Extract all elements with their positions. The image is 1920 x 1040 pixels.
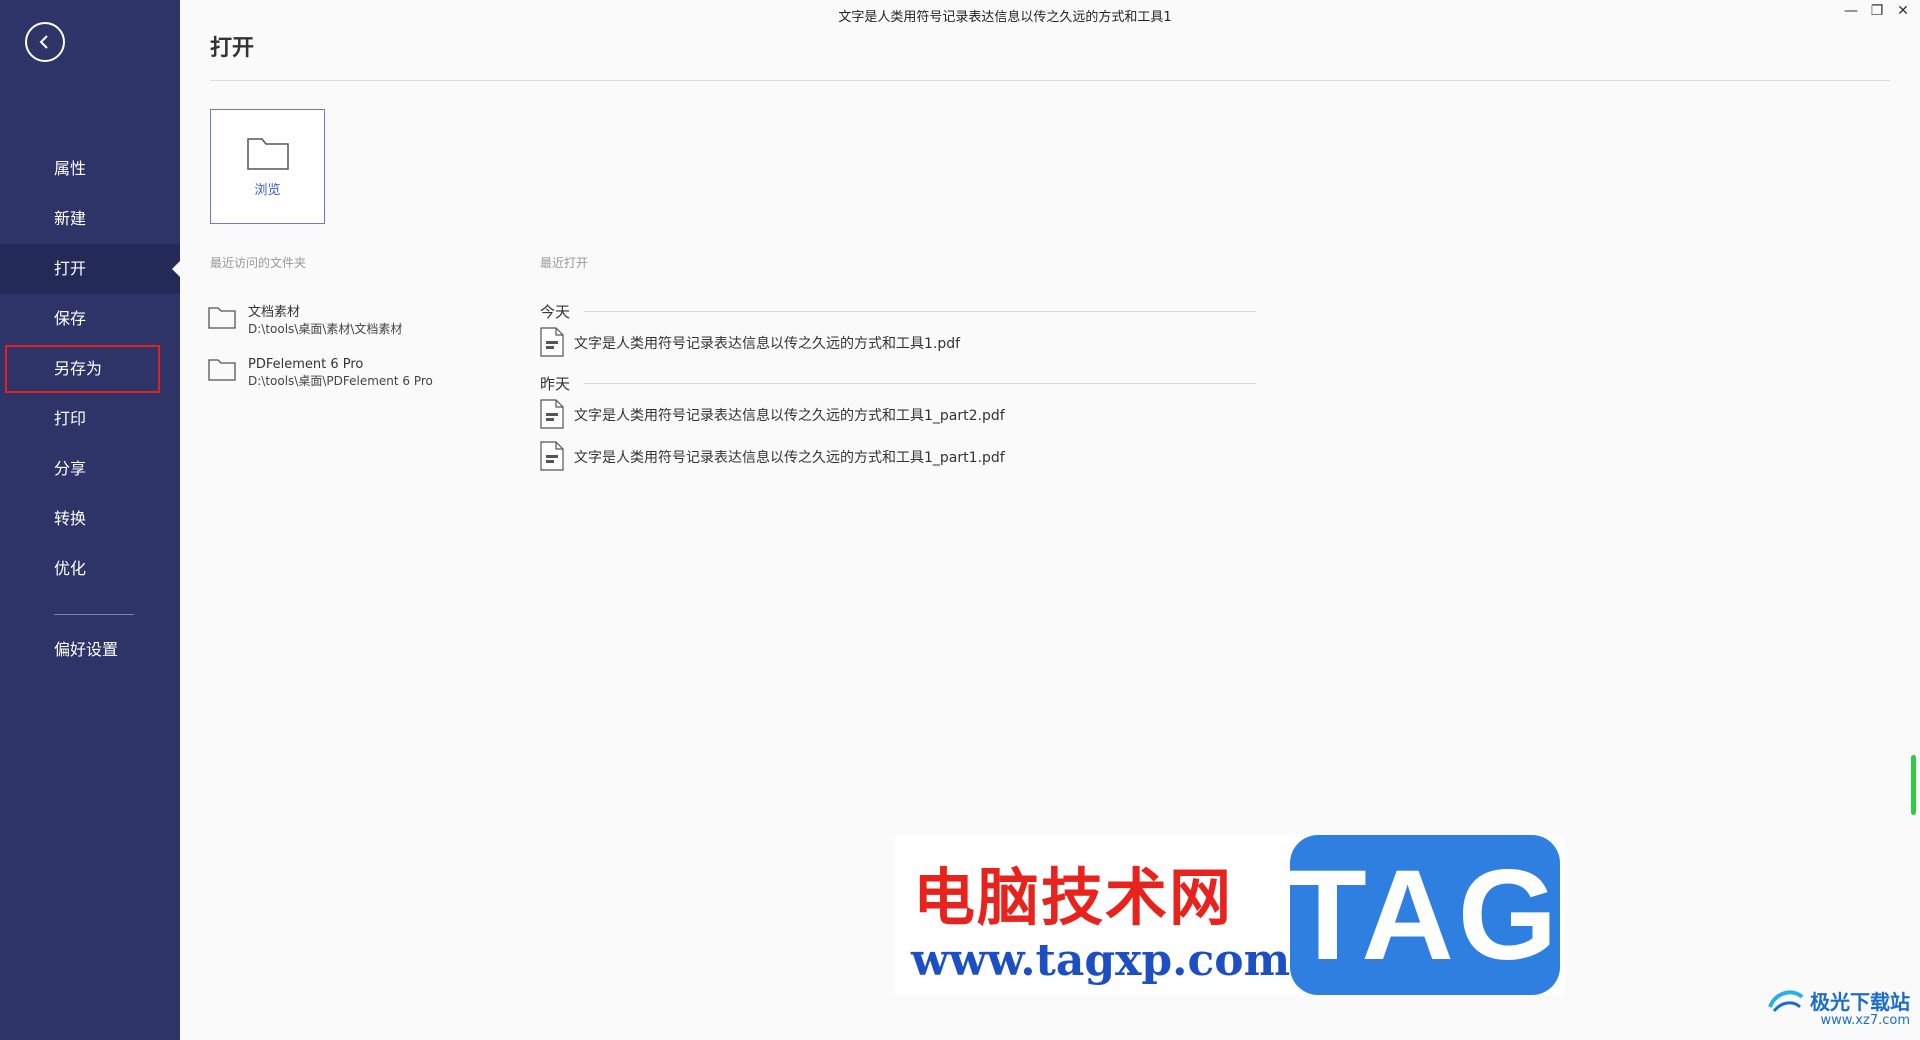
sidebar-item-label: 保存: [54, 309, 87, 328]
close-button[interactable]: ✕: [1896, 3, 1910, 19]
pdf-file-icon: [540, 441, 564, 471]
pdf-file-icon: [540, 399, 564, 429]
folder-name: PDFelement 6 Pro: [248, 357, 364, 372]
recent-files-list: 今天 文字是人类用符号记录表达信息以传之久远的方式和工具1.pdf 昨天 文字是…: [540, 300, 1256, 478]
sidebar: 属性 新建 打开 保存 另存为 打印 分享 转换 优化 偏好设置: [0, 0, 180, 1040]
browse-button[interactable]: 浏览: [210, 109, 325, 224]
page-title: 打开: [210, 36, 255, 61]
close-icon: ✕: [1897, 3, 1909, 19]
minimize-button[interactable]: —: [1844, 3, 1858, 19]
recent-group-yesterday: 昨天: [540, 372, 1256, 394]
file-name: 文字是人类用符号记录表达信息以传之久远的方式和工具1.pdf: [574, 336, 961, 352]
sidebar-item-label: 打开: [54, 259, 87, 278]
group-label: 昨天: [540, 374, 571, 393]
watermark-title: 电脑技术网: [913, 861, 1234, 934]
sidebar-item-label: 优化: [54, 559, 87, 578]
back-arrow-icon: [39, 35, 48, 49]
sidebar-nav: 属性 新建 打开 保存 另存为 打印 分享 转换 优化 偏好设置: [0, 144, 180, 675]
sidebar-item-new[interactable]: 新建: [0, 194, 180, 244]
folder-path: D:\tools\桌面\素材\文档素材: [248, 322, 403, 336]
back-button[interactable]: [25, 22, 65, 62]
recent-opened-label: 最近打开: [540, 256, 589, 270]
group-divider: [584, 382, 1256, 384]
folder-path: D:\tools\桌面\PDFelement 6 Pro: [248, 374, 433, 388]
folder-icon: [246, 138, 289, 170]
watermark-site2-url: www.xz7.com: [1820, 1013, 1910, 1028]
folder-icon: [208, 359, 236, 381]
sidebar-item-label: 分享: [54, 459, 87, 478]
folder-name: 文档素材: [248, 305, 301, 320]
sidebar-item-label: 另存为: [54, 359, 103, 378]
sidebar-item-preferences[interactable]: 偏好设置: [0, 625, 180, 675]
restore-button[interactable]: ❐: [1870, 3, 1884, 19]
recent-file-item[interactable]: 文字是人类用符号记录表达信息以传之久远的方式和工具1_part1.pdf: [540, 436, 1256, 478]
title-divider: [210, 80, 1890, 81]
restore-icon: ❐: [1870, 3, 1884, 19]
file-name: 文字是人类用符号记录表达信息以传之久远的方式和工具1_part1.pdf: [574, 450, 1005, 466]
sidebar-item-label: 打印: [54, 409, 87, 428]
sidebar-item-convert[interactable]: 转换: [0, 494, 180, 544]
folder-icon: [208, 307, 236, 329]
watermark-url: www.tagxp.com: [911, 935, 1291, 986]
sidebar-item-label: 转换: [54, 509, 87, 528]
sidebar-divider: [54, 614, 134, 615]
window-controls: — ❐ ✕: [1844, 3, 1910, 19]
watermark-banner: 电脑技术网 www.tagxp.com TAG: [895, 835, 1565, 995]
scroll-indicator[interactable]: [1911, 755, 1916, 815]
recent-folder-item[interactable]: 文档素材 D:\tools\桌面\素材\文档素材: [208, 305, 528, 357]
recent-group-today: 今天: [540, 300, 1256, 322]
group-divider: [584, 310, 1256, 312]
recent-file-item[interactable]: 文字是人类用符号记录表达信息以传之久远的方式和工具1.pdf: [540, 322, 1256, 364]
watermark-tag-logo: TAG: [1289, 835, 1560, 995]
sidebar-item-label: 新建: [54, 209, 87, 228]
recent-file-item[interactable]: 文字是人类用符号记录表达信息以传之久远的方式和工具1_part2.pdf: [540, 394, 1256, 436]
group-label: 今天: [540, 302, 571, 321]
recent-folder-item[interactable]: PDFelement 6 Pro D:\tools\桌面\PDFelement …: [208, 357, 528, 409]
sidebar-item-label: 属性: [54, 159, 87, 178]
file-name: 文字是人类用符号记录表达信息以传之久远的方式和工具1_part2.pdf: [574, 408, 1005, 424]
watermark-site2: 极光下载站 www.xz7.com: [1766, 985, 1910, 1028]
sidebar-item-optimize[interactable]: 优化: [0, 544, 180, 594]
minimize-icon: —: [1844, 3, 1858, 19]
window-title: 文字是人类用符号记录表达信息以传之久远的方式和工具1: [838, 10, 1172, 25]
sidebar-item-save-as[interactable]: 另存为: [0, 344, 180, 394]
sidebar-item-save[interactable]: 保存: [0, 294, 180, 344]
watermark-site2-name: 极光下载站: [1810, 989, 1910, 1014]
sidebar-item-properties[interactable]: 属性: [0, 144, 180, 194]
browse-label: 浏览: [254, 183, 281, 198]
sidebar-item-label: 偏好设置: [54, 640, 119, 659]
aurora-logo-icon: [1768, 990, 1804, 1013]
recent-folders-list: 文档素材 D:\tools\桌面\素材\文档素材 PDFelement 6 Pr…: [208, 305, 528, 409]
sidebar-item-share[interactable]: 分享: [0, 444, 180, 494]
recent-folders-label: 最近访问的文件夹: [210, 256, 307, 270]
pdf-file-icon: [540, 327, 564, 357]
sidebar-item-print[interactable]: 打印: [0, 394, 180, 444]
sidebar-item-open[interactable]: 打开: [0, 244, 180, 294]
